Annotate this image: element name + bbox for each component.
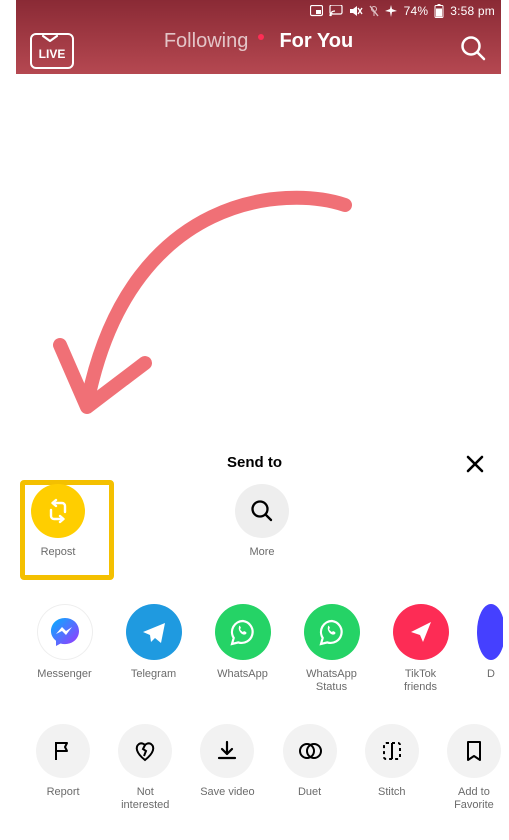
telegram-icon [139, 617, 169, 647]
repost-label: Repost [41, 546, 76, 559]
tab-following[interactable]: Following [164, 30, 248, 52]
duet-label: Duet [298, 786, 321, 799]
repost-button[interactable]: Repost [26, 484, 90, 559]
share-whatsapp[interactable]: WhatsApp [212, 604, 273, 681]
tab-for-you[interactable]: For You [279, 30, 353, 52]
flag-icon [50, 738, 76, 764]
messenger-label: Messenger [37, 668, 91, 681]
new-dot-icon [258, 34, 264, 40]
more-button[interactable]: More [230, 484, 294, 559]
cast-icon [329, 5, 343, 17]
share-messenger[interactable]: Messenger [34, 604, 95, 681]
feed-tabs: Following For You [16, 30, 501, 53]
airplane-icon [385, 5, 398, 17]
clock-label: 3:58 pm [450, 4, 495, 18]
download-icon [214, 738, 240, 764]
whatsapp-status-icon [317, 617, 347, 647]
action-report[interactable]: Report [34, 724, 92, 799]
more-label: More [249, 546, 274, 559]
share-title: Send to [6, 454, 503, 471]
whatsapp-label: WhatsApp [217, 668, 268, 681]
pip-icon [310, 5, 323, 17]
not-interested-label: Not interested [121, 786, 169, 812]
action-stitch[interactable]: Stitch [363, 724, 421, 799]
action-save-video[interactable]: Save video [198, 724, 256, 799]
share-telegram[interactable]: Telegram [123, 604, 184, 681]
status-bar: 74% 3:58 pm [310, 0, 495, 22]
report-label: Report [47, 786, 80, 799]
send-icon [407, 618, 435, 646]
bookmark-icon [462, 738, 486, 764]
messenger-icon [47, 614, 83, 650]
add-fav-label: Add to Favorite [454, 786, 494, 812]
whatsapp-status-label: WhatsApp Status [306, 668, 357, 694]
search-icon [249, 498, 275, 524]
battery-icon [434, 4, 444, 18]
tiktok-friends-label: TikTok friends [404, 668, 437, 694]
broken-heart-icon [131, 737, 159, 765]
mute-icon [349, 5, 363, 17]
battery-label: 74% [404, 4, 429, 18]
close-button[interactable] [461, 450, 489, 478]
duet-icon [296, 737, 324, 765]
telegram-label: Telegram [131, 668, 176, 681]
share-whatsapp-status[interactable]: WhatsApp Status [301, 604, 362, 694]
share-sheet: Send to Repost More [6, 436, 503, 840]
action-not-interested[interactable]: Not interested [116, 724, 174, 812]
action-add-to-favorites[interactable]: Add to Favorite [445, 724, 503, 812]
partial-label: D [487, 668, 495, 681]
annotation-arrow [35, 175, 365, 435]
share-partial[interactable]: D [479, 604, 503, 681]
search-button[interactable] [459, 34, 487, 62]
stitch-icon [379, 738, 405, 764]
whatsapp-icon [228, 617, 258, 647]
save-video-label: Save video [200, 786, 254, 799]
stitch-label: Stitch [378, 786, 406, 799]
action-duet[interactable]: Duet [281, 724, 339, 799]
share-tiktok-friends[interactable]: TikTok friends [390, 604, 451, 694]
repost-icon [44, 497, 72, 525]
no-signal-icon [369, 5, 379, 17]
